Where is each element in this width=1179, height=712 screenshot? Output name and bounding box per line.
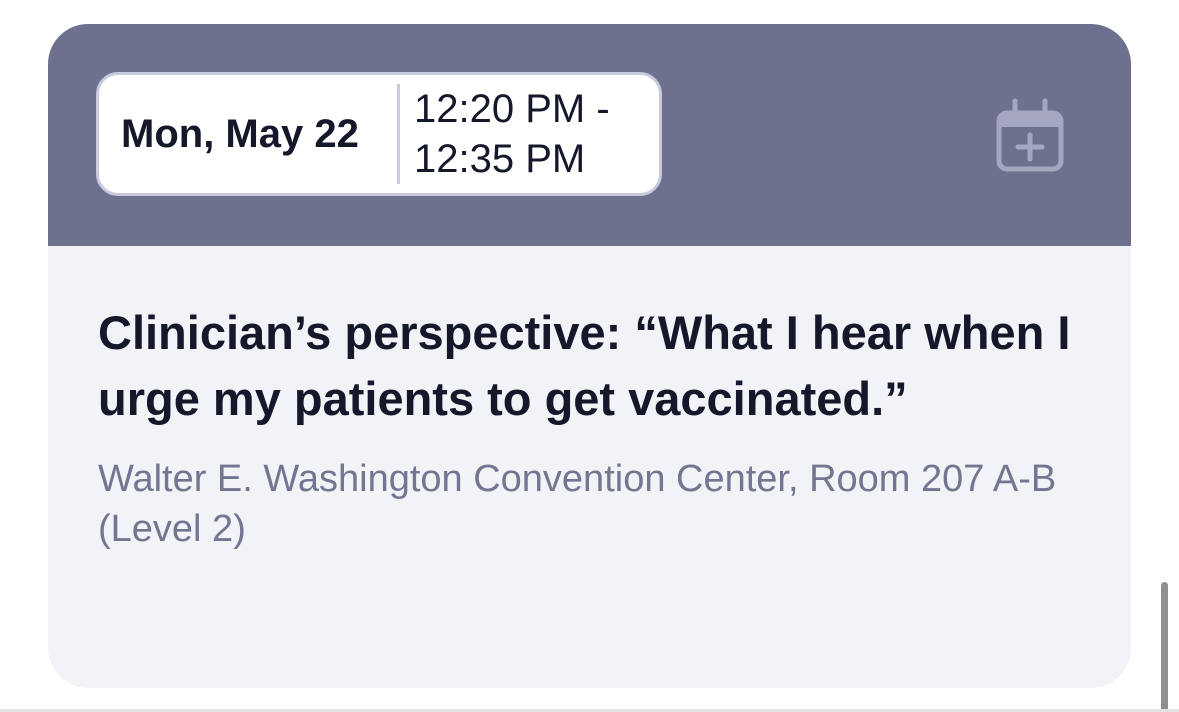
session-time-end: 12:35 PM <box>414 137 586 181</box>
session-card[interactable]: Mon, May 22 12:20 PM - 12:35 PM Clinicia… <box>48 24 1131 688</box>
session-card-header: Mon, May 22 12:20 PM - 12:35 PM <box>48 24 1131 246</box>
datetime-pill: Mon, May 22 12:20 PM - 12:35 PM <box>96 72 662 196</box>
session-title: Clinician’s perspective: “What I hear wh… <box>98 306 1071 425</box>
session-card-body: Clinician’s perspective: “What I hear wh… <box>98 300 1088 554</box>
calendar-add-icon <box>996 98 1064 172</box>
add-to-calendar-button[interactable] <box>994 96 1068 176</box>
session-location: Walter E. Washington Convention Center, … <box>98 458 1057 550</box>
session-time-start: 12:20 PM - <box>414 87 610 131</box>
session-date: Mon, May 22 <box>121 111 359 156</box>
vertical-scrollbar[interactable] <box>1161 582 1168 712</box>
session-time: 12:20 PM - 12:35 PM <box>400 84 610 184</box>
